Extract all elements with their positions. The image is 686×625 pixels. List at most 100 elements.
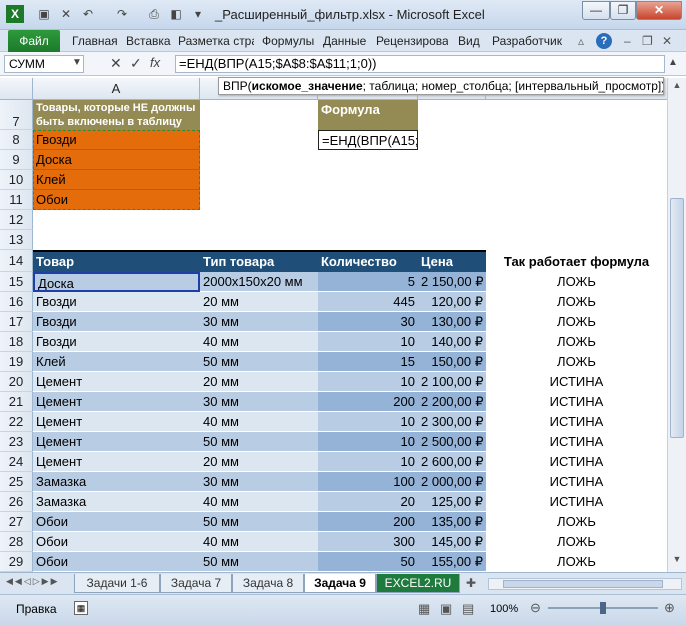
tab-developer[interactable]: Разработчик	[492, 30, 564, 52]
window-restore-icon[interactable]: ❐	[642, 30, 656, 52]
redo-icon[interactable]: ↷	[114, 6, 130, 22]
column-header-a[interactable]: A	[33, 78, 200, 100]
cell-price[interactable]: 135,00 ₽	[418, 512, 486, 532]
cell-type[interactable]: 30 мм	[200, 472, 318, 492]
cell-product[interactable]: Замазка	[33, 472, 200, 492]
row-header[interactable]: 11	[0, 190, 33, 210]
cell-product[interactable]: Цемент	[33, 432, 200, 452]
exclude-item[interactable]: Клей	[33, 170, 200, 190]
cell-product[interactable]: Гвозди	[33, 292, 200, 312]
formula-header[interactable]: Формула	[318, 100, 418, 130]
macro-record-icon[interactable]: ▦	[74, 601, 88, 615]
cell-quantity[interactable]: 15	[318, 352, 418, 372]
cell-type[interactable]: 40 мм	[200, 332, 318, 352]
cell-price[interactable]: 150,00 ₽	[418, 352, 486, 372]
cell-quantity[interactable]: 100	[318, 472, 418, 492]
cell-type[interactable]: 30 мм	[200, 312, 318, 332]
tab-view[interactable]: Вид	[458, 30, 482, 52]
cell-type[interactable]: 20 мм	[200, 292, 318, 312]
row-header[interactable]: 14	[0, 250, 33, 272]
zoom-out-icon[interactable]: ⊖	[530, 600, 541, 616]
cell-product[interactable]: Обои	[33, 512, 200, 532]
name-box-dropdown-icon[interactable]: ▼	[72, 57, 82, 68]
cell-type[interactable]: 2000x150x20 мм	[200, 272, 318, 292]
zoom-level[interactable]: 100%	[490, 603, 518, 615]
row-header[interactable]: 7	[0, 100, 33, 130]
horizontal-scrollbar[interactable]	[488, 578, 682, 590]
save-icon[interactable]: ▣	[36, 6, 52, 22]
cell-product[interactable]: Доска	[33, 272, 200, 292]
ribbon-minimize-icon[interactable]: ▵	[578, 30, 590, 52]
table-header[interactable]: Количество	[318, 252, 418, 272]
insert-sheet-icon[interactable]: ✚	[466, 576, 476, 590]
sheet-tab[interactable]: Задача 8	[232, 574, 304, 593]
cell-product[interactable]: Клей	[33, 352, 200, 372]
cell-quantity[interactable]: 200	[318, 512, 418, 532]
cell-product[interactable]: Цемент	[33, 392, 200, 412]
formula-cell[interactable]: =ЕНД(ВПР(A15;$	[318, 130, 418, 150]
print-icon[interactable]: ⎙	[146, 6, 162, 22]
cell-formula-result[interactable]: ИСТИНА	[486, 432, 667, 452]
cell-product[interactable]: Обои	[33, 532, 200, 552]
cell-product[interactable]: Цемент	[33, 412, 200, 432]
cell-quantity[interactable]: 30	[318, 312, 418, 332]
help-icon[interactable]: ?	[596, 33, 612, 49]
table-header[interactable]: Товар	[33, 252, 200, 272]
cell-type[interactable]: 40 мм	[200, 412, 318, 432]
page-layout-view-icon[interactable]: ▣	[440, 601, 452, 617]
row-header[interactable]: 10	[0, 170, 33, 190]
cell-formula-result[interactable]: ИСТИНА	[486, 372, 667, 392]
zoom-slider[interactable]	[548, 602, 658, 614]
tab-page-layout[interactable]: Разметка стра	[178, 30, 254, 52]
tab-insert[interactable]: Вставка	[126, 30, 172, 52]
cell-type[interactable]: 20 мм	[200, 372, 318, 392]
zoom-slider-thumb[interactable]	[600, 602, 606, 614]
window-close-icon[interactable]: ✕	[662, 30, 676, 52]
cell-price[interactable]: 145,00 ₽	[418, 532, 486, 552]
cell-product[interactable]: Гвозди	[33, 312, 200, 332]
worksheet-grid[interactable]: 7 Товары, которые НЕ должны быть включен…	[0, 100, 667, 572]
vertical-scrollbar[interactable]: ▲ ▼	[667, 78, 686, 572]
row-header[interactable]: 13	[0, 230, 33, 250]
cell-price[interactable]: 2 200,00 ₽	[418, 392, 486, 412]
cell-quantity[interactable]: 10	[318, 432, 418, 452]
cell-product[interactable]: Цемент	[33, 452, 200, 472]
cell-quantity[interactable]: 200	[318, 392, 418, 412]
cell-type[interactable]: 50 мм	[200, 352, 318, 372]
insert-function-icon[interactable]: fx	[150, 55, 160, 70]
table-header[interactable]: Цена	[418, 252, 486, 272]
cell-product[interactable]: Замазка	[33, 492, 200, 512]
maximize-button[interactable]: ❐	[610, 1, 636, 20]
cell-formula-result[interactable]: ЛОЖЬ	[486, 292, 667, 312]
cell-price[interactable]: 2 500,00 ₽	[418, 432, 486, 452]
cell-price[interactable]: 125,00 ₽	[418, 492, 486, 512]
cell-price[interactable]: 2 300,00 ₽	[418, 412, 486, 432]
cell-formula-result[interactable]: ИСТИНА	[486, 452, 667, 472]
scroll-thumb[interactable]	[670, 198, 684, 438]
cell-price[interactable]: 2 000,00 ₽	[418, 472, 486, 492]
expand-formula-bar-icon[interactable]: ▲	[668, 57, 678, 68]
tab-home[interactable]: Главная	[72, 30, 118, 52]
minimize-button[interactable]: —	[582, 1, 610, 20]
cell-formula-result[interactable]: ЛОЖЬ	[486, 532, 667, 552]
cell-formula-result[interactable]: ЛОЖЬ	[486, 272, 667, 292]
sheet-tab-active[interactable]: Задача 9	[304, 574, 376, 593]
page-break-view-icon[interactable]: ▤	[462, 601, 474, 617]
cell-quantity[interactable]: 300	[318, 532, 418, 552]
row-header[interactable]: 8	[0, 130, 33, 150]
row-header[interactable]: 9	[0, 150, 33, 170]
tab-data[interactable]: Данные	[323, 30, 367, 52]
cell-quantity[interactable]: 445	[318, 292, 418, 312]
cell-formula-result[interactable]: ИСТИНА	[486, 412, 667, 432]
print-preview-icon[interactable]: ◧	[168, 6, 184, 22]
cell-quantity[interactable]: 20	[318, 492, 418, 512]
scroll-down-icon[interactable]: ▼	[670, 554, 684, 568]
cell-price[interactable]: 2 100,00 ₽	[418, 372, 486, 392]
zoom-in-icon[interactable]: ⊕	[664, 600, 675, 616]
cell-formula-result[interactable]: ИСТИНА	[486, 392, 667, 412]
tab-formulas[interactable]: Формулы	[262, 30, 314, 52]
sheet-tab[interactable]: Задачи 1-6	[74, 574, 160, 593]
cancel-entry-icon[interactable]: ✕	[110, 55, 122, 72]
customize-toolbar-icon[interactable]: ▾	[190, 6, 206, 22]
cell-quantity[interactable]: 5	[318, 272, 418, 292]
